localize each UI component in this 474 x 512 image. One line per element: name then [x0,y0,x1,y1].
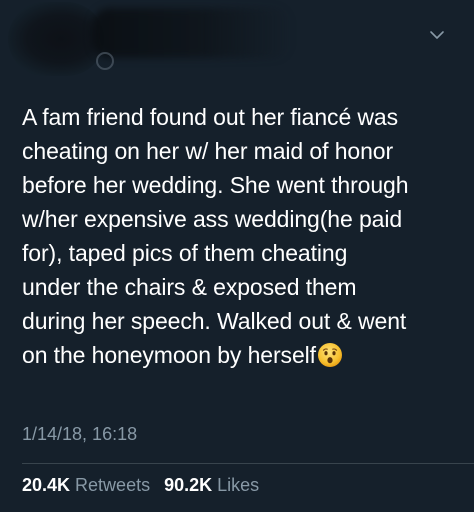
tweet-line: cheating on her w/ her maid of honor [22,138,394,164]
tweet-line: for), taped pics of them cheating [22,240,348,266]
tweet-header [0,0,474,80]
retweets-stat[interactable]: 20.4K Retweets [22,475,164,495]
avatar[interactable] [8,2,104,76]
tweet-timestamp[interactable]: 1/14/18, 16:18 [22,424,137,445]
tweet-line: during her speech. Walked out & went [22,308,407,334]
retweets-count: 20.4K [22,475,71,495]
author-name-redacted [92,8,292,58]
redacted-mark [96,52,114,70]
tweet-stats: 20.4K Retweets 90.2K Likes [22,474,273,496]
retweets-label: Retweets [75,475,151,495]
tweet-line: A fam friend found out her fiancé was [22,104,399,130]
likes-stat[interactable]: 90.2K Likes [164,475,273,495]
tweet-line: on the honeymoon by herself [22,342,316,368]
likes-label: Likes [217,475,260,495]
tweet-line: under the chairs & exposed them [22,274,357,300]
hushed-face-emoji-icon [317,342,343,368]
tweet-line: w/her expensive ass wedding(he paid [22,206,403,232]
tweet-line: before her wedding. She went through [22,172,409,198]
tweet-text: A fam friend found out her fiancé was ch… [22,100,462,372]
divider [22,463,474,464]
likes-count: 90.2K [164,475,213,495]
chevron-down-icon[interactable] [428,26,446,44]
